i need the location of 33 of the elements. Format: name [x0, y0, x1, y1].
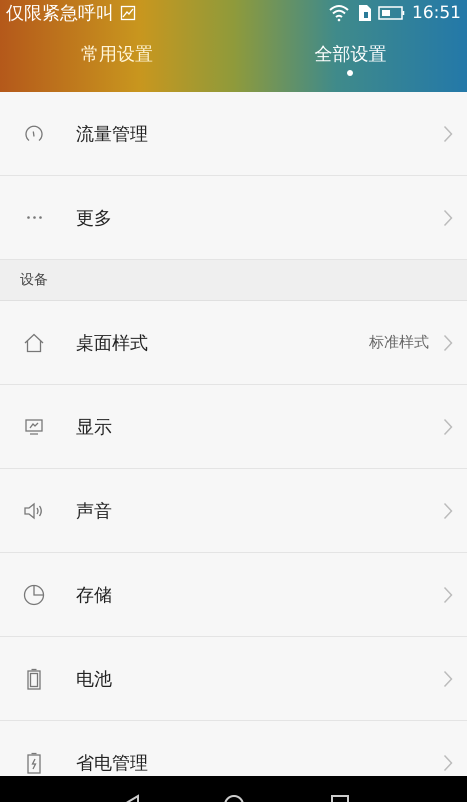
clock-time: 16:51 [412, 3, 461, 23]
speaker-icon [23, 500, 45, 520]
battery-icon [26, 752, 42, 774]
battery-icon [26, 668, 42, 690]
setting-label: 声音 [76, 500, 113, 522]
setting-label: 存储 [76, 584, 113, 606]
chevron-icon [443, 754, 453, 772]
gauge-icon [24, 124, 44, 144]
setting-label: 显示 [76, 416, 113, 438]
chevron-icon [443, 502, 453, 520]
sim-card-icon [356, 4, 372, 22]
section-header: 设备 [20, 271, 48, 289]
battery-status-icon [378, 5, 406, 21]
chevron-icon [443, 124, 453, 142]
more-icon [26, 216, 42, 219]
chevron-icon [443, 670, 453, 688]
setting-label: 桌面样式 [76, 332, 149, 354]
setting-label: 流量管理 [76, 122, 149, 146]
chevron-icon [443, 334, 453, 352]
home-icon [23, 332, 45, 354]
setting-label: 电池 [76, 668, 113, 690]
setting-label: 省电管理 [76, 752, 149, 774]
monitor-icon [24, 416, 44, 436]
image-icon [120, 5, 136, 21]
setting-value: 标准样式 [369, 333, 429, 352]
setting-label: 更多 [76, 206, 113, 230]
tab[interactable]: 全部设置 [234, 26, 467, 92]
chevron-icon [443, 208, 453, 226]
pie-chart-icon [23, 584, 45, 606]
chevron-icon [443, 418, 453, 436]
carrier-text: 仅限紧急呼叫 [6, 2, 114, 25]
wifi-icon [328, 4, 350, 22]
chevron-icon [443, 586, 453, 604]
